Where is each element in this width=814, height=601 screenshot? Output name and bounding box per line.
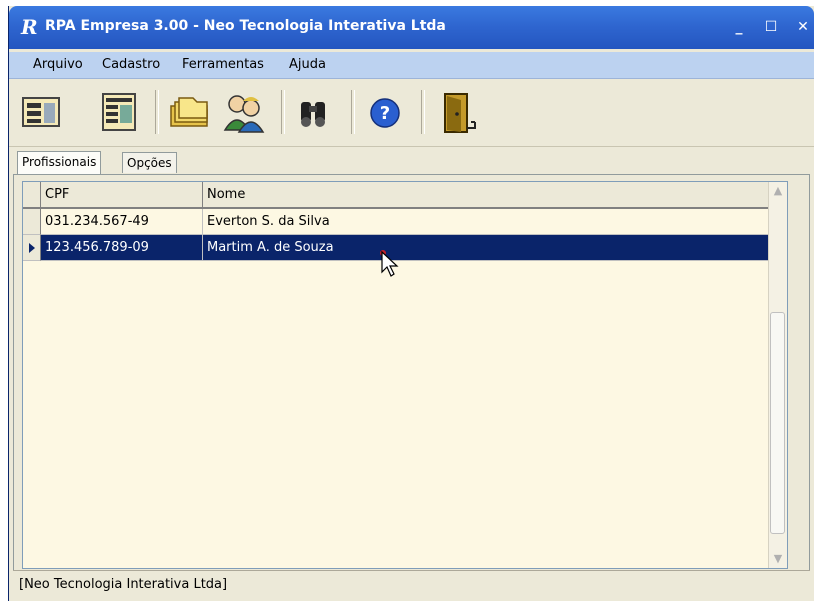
column-header-cpf[interactable]: CPF <box>41 182 203 207</box>
table-row-selected[interactable]: 123.456.789-09 Martim A. de Souza <box>23 235 787 261</box>
current-row-indicator-icon <box>23 235 41 261</box>
tab-profissionais[interactable]: Profissionais <box>17 151 102 174</box>
app-logo-icon: R <box>21 15 38 39</box>
form-icon[interactable] <box>17 88 65 138</box>
app-window: R RPA Empresa 3.00 - Neo Tecnologia Inte… <box>8 6 814 601</box>
vertical-scrollbar[interactable]: ▲ ▼ <box>768 182 787 568</box>
binoculars-icon[interactable] <box>289 88 337 138</box>
form-grid-icon[interactable] <box>95 88 143 138</box>
row-indicator <box>23 209 41 235</box>
grid-header: CPF Nome <box>23 182 787 209</box>
cell-nome[interactable]: Everton S. da Silva <box>203 209 787 235</box>
column-header-nome[interactable]: Nome <box>203 182 787 207</box>
scroll-thumb[interactable] <box>770 312 785 534</box>
maximize-button[interactable]: ☐ <box>759 16 783 38</box>
toolbar-separator <box>281 90 285 134</box>
tab-panel: CPF Nome 031.234.567-49 Everton S. da Si… <box>13 174 810 571</box>
help-icon[interactable]: ? <box>361 88 409 138</box>
header-indicator <box>23 182 41 207</box>
window-title: RPA Empresa 3.00 - Neo Tecnologia Intera… <box>45 18 446 34</box>
menu-arquivo[interactable]: Arquivo <box>33 57 83 72</box>
toolbar-separator <box>351 90 355 134</box>
mouse-cursor-icon <box>380 250 399 277</box>
scroll-up-icon[interactable]: ▲ <box>769 182 787 200</box>
professionals-grid[interactable]: CPF Nome 031.234.567-49 Everton S. da Si… <box>22 181 788 569</box>
menu-bar: Arquivo Cadastro Ferramentas Ajuda <box>9 52 814 79</box>
cell-cpf[interactable]: 123.456.789-09 <box>41 235 203 261</box>
minimize-button[interactable]: _ <box>727 16 751 38</box>
folders-icon[interactable] <box>165 88 213 138</box>
title-bar[interactable]: R RPA Empresa 3.00 - Neo Tecnologia Inte… <box>9 6 814 49</box>
toolbar: ? <box>9 80 814 147</box>
cell-nome[interactable]: Martim A. de Souza <box>203 235 787 261</box>
menu-ferramentas[interactable]: Ferramentas <box>182 57 264 72</box>
tab-strip: Profissionais Opções <box>9 146 814 176</box>
menu-cadastro[interactable]: Cadastro <box>102 57 160 72</box>
table-row[interactable]: 031.234.567-49 Everton S. da Silva <box>23 209 787 235</box>
close-button[interactable]: ✕ <box>791 16 814 38</box>
exit-door-icon[interactable] <box>435 88 483 138</box>
svg-text:?: ? <box>380 103 390 124</box>
toolbar-separator <box>421 90 425 134</box>
cell-cpf[interactable]: 031.234.567-49 <box>41 209 203 235</box>
status-bar: [Neo Tecnologia Interativa Ltda] <box>13 570 810 599</box>
people-icon[interactable] <box>219 88 267 138</box>
scroll-down-icon[interactable]: ▼ <box>769 550 787 568</box>
status-text: [Neo Tecnologia Interativa Ltda] <box>19 577 228 592</box>
tab-opcoes[interactable]: Opções <box>122 152 177 173</box>
toolbar-separator <box>155 90 159 134</box>
menu-ajuda[interactable]: Ajuda <box>289 57 326 72</box>
